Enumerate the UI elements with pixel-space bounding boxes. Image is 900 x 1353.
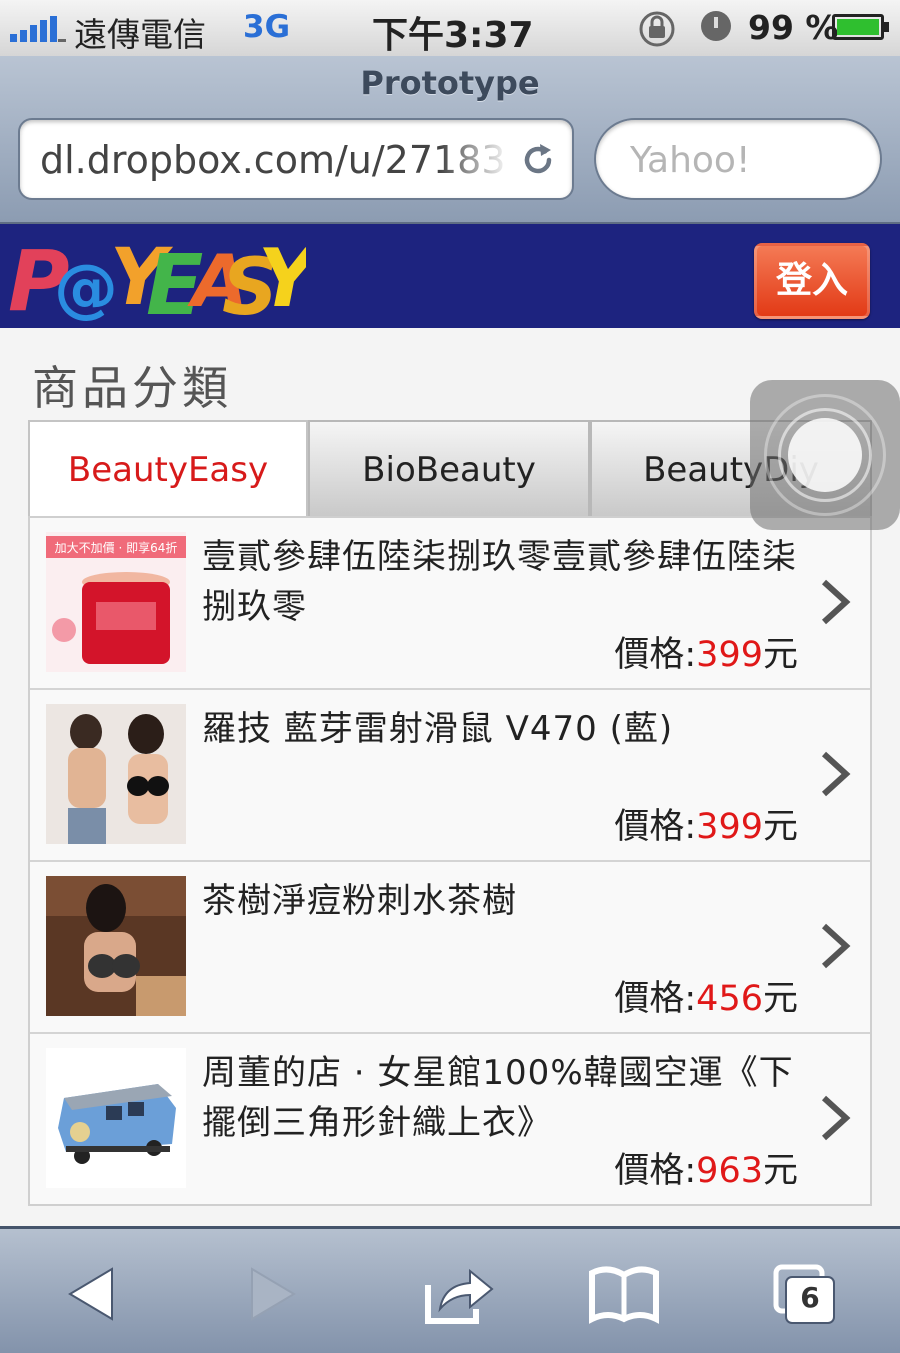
- page-title: Prototype: [360, 64, 540, 102]
- alarm-icon: [701, 11, 731, 41]
- product-row[interactable]: 加大不加價 · 即享64折 壹貳參肆伍陸柒捌玖零壹貳參肆伍陸柒捌玖零 價格:39…: [30, 518, 870, 690]
- svg-text:加大不加價 · 即享64折: 加大不加價 · 即享64折: [55, 540, 178, 555]
- product-thumbnail: 加大不加價 · 即享64折: [46, 532, 186, 672]
- reload-icon[interactable]: [518, 140, 558, 180]
- chevron-right-icon[interactable]: [818, 1092, 854, 1144]
- search-placeholder: Yahoo!: [630, 140, 751, 181]
- product-name: 茶樹淨痘粉刺水茶樹: [202, 881, 517, 921]
- product-price: 價格:963元: [614, 1151, 798, 1191]
- battery-percent: 99 %: [748, 8, 839, 47]
- signal-icon: [10, 14, 66, 42]
- tabs-button[interactable]: 6: [770, 1259, 850, 1329]
- battery-charging-icon: [832, 14, 889, 40]
- product-list: 加大不加價 · 即享64折 壹貳參肆伍陸柒捌玖零壹貳參肆伍陸柒捌玖零 價格:39…: [28, 516, 872, 1206]
- product-thumbnail: [46, 1048, 186, 1188]
- login-button[interactable]: 登入: [754, 243, 870, 319]
- status-bar: 遠傳電信 3G 下午3:37 99 %: [0, 0, 900, 56]
- product-name: 壹貳參肆伍陸柒捌玖零壹貳參肆伍陸柒捌玖零: [202, 537, 797, 627]
- tab-biobeauty[interactable]: BioBeauty: [308, 420, 590, 516]
- product-row[interactable]: 茶樹淨痘粉刺水茶樹 價格:456元: [30, 862, 870, 1034]
- back-icon[interactable]: [52, 1259, 132, 1329]
- product-name: 周董的店 · 女星館100%韓國空運《下擺倒三角形針織上衣》: [202, 1053, 794, 1143]
- site-header: P @ Y E A S Y 登入: [0, 224, 900, 328]
- carrier-name: 遠傳電信: [74, 15, 206, 54]
- tab-beautyeasy[interactable]: BeautyEasy: [28, 420, 308, 518]
- browser-top-bar: Prototype dl.dropbox.com/u/27183 Yahoo!: [0, 56, 900, 224]
- assistive-touch-button[interactable]: [750, 380, 900, 530]
- product-thumbnail: [46, 876, 186, 1016]
- svg-text:Y: Y: [258, 232, 306, 322]
- chevron-right-icon[interactable]: [818, 748, 854, 800]
- category-title: 商品分類: [32, 361, 232, 415]
- category-tabs: BeautyEasy BioBeauty BeautyDiy: [28, 420, 872, 518]
- browser-toolbar: 6: [0, 1226, 900, 1353]
- url-field[interactable]: dl.dropbox.com/u/27183: [18, 118, 574, 200]
- forward-icon[interactable]: [232, 1259, 312, 1329]
- product-price: 價格:399元: [614, 807, 798, 847]
- chevron-right-icon[interactable]: [818, 920, 854, 972]
- search-field[interactable]: Yahoo!: [594, 118, 882, 200]
- product-row[interactable]: 周董的店 · 女星館100%韓國空運《下擺倒三角形針織上衣》 價格:963元: [30, 1034, 870, 1204]
- product-row[interactable]: 羅技 藍芽雷射滑鼠 V470 (藍) 價格:399元: [30, 690, 870, 862]
- network-type: 3G: [243, 9, 291, 45]
- payeasy-logo[interactable]: P @ Y E A S Y: [6, 230, 306, 322]
- share-icon[interactable]: [418, 1259, 498, 1329]
- svg-text:@: @: [54, 252, 118, 322]
- product-name: 羅技 藍芽雷射滑鼠 V470 (藍): [202, 709, 674, 749]
- tab-count: 6: [800, 1281, 820, 1314]
- chevron-right-icon[interactable]: [818, 576, 854, 628]
- product-price: 價格:399元: [614, 635, 798, 675]
- url-text[interactable]: dl.dropbox.com/u/27183: [40, 138, 510, 182]
- bookmarks-icon[interactable]: [584, 1259, 664, 1329]
- product-price: 價格:456元: [614, 979, 798, 1019]
- product-thumbnail: [46, 704, 186, 844]
- rotation-lock-icon: [639, 11, 675, 47]
- clock: 下午3:37: [372, 15, 534, 56]
